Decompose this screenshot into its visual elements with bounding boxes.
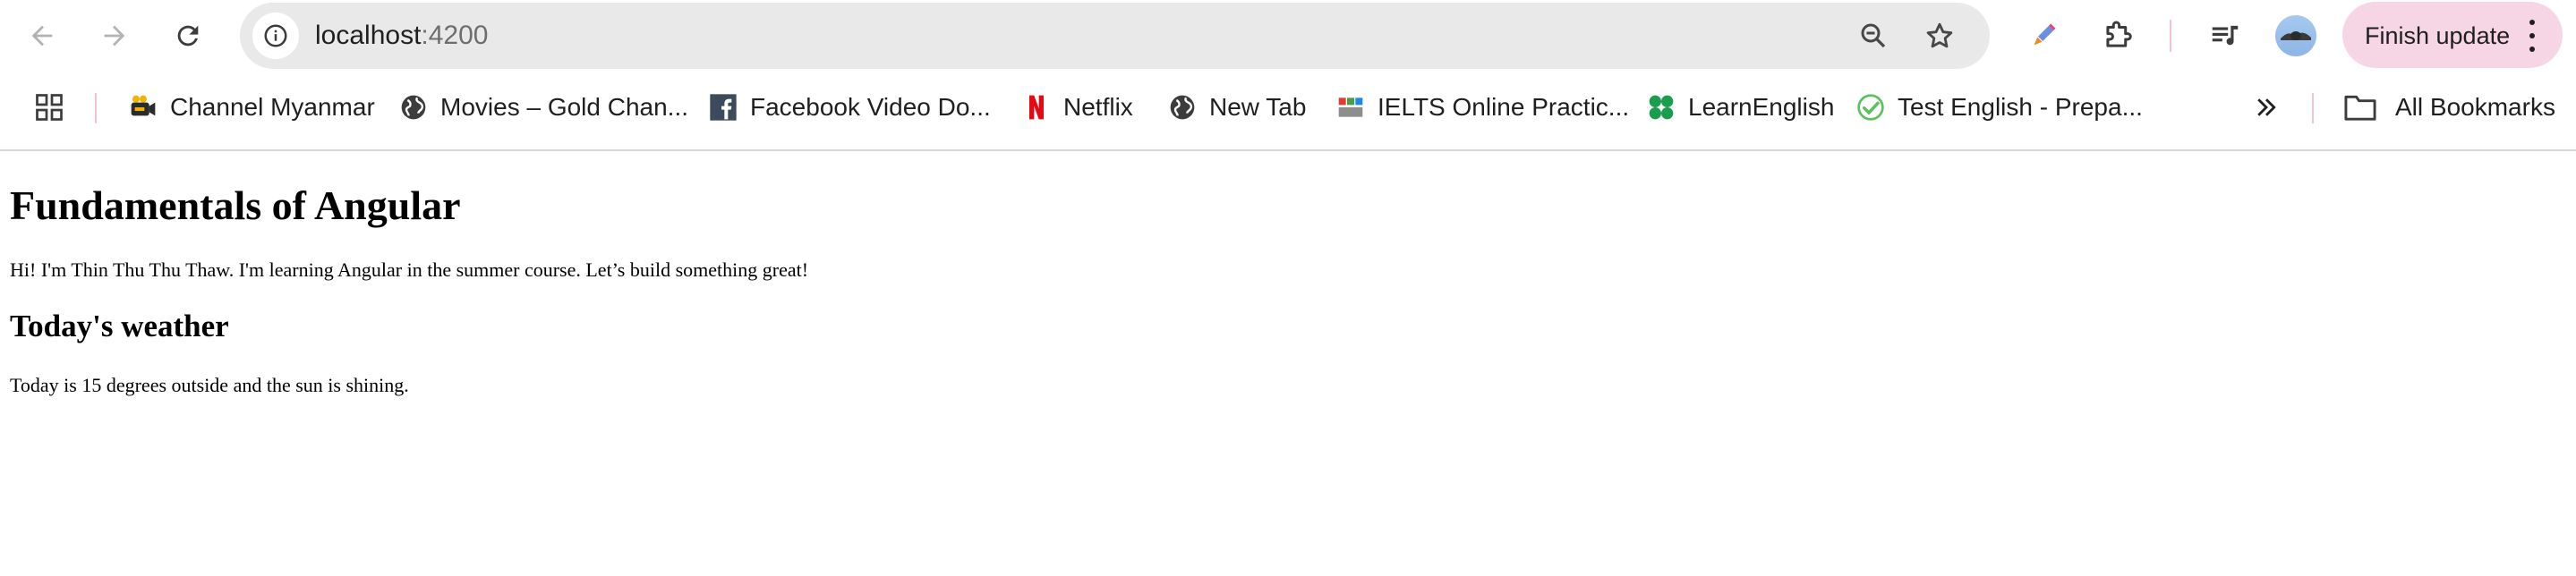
bookmark-label: Movies – Gold Chan... — [440, 93, 689, 121]
clover-icon — [1647, 93, 1676, 122]
forward-button[interactable] — [92, 13, 137, 58]
bookmark-label: LearnEnglish — [1688, 93, 1835, 121]
all-bookmarks-button[interactable]: All Bookmarks — [2343, 89, 2555, 125]
bookmark-test-english[interactable]: Test English - Prepa... — [1856, 89, 2143, 125]
ielts-icon — [1336, 93, 1365, 122]
all-bookmarks-label: All Bookmarks — [2395, 93, 2555, 121]
bookmark-label: New Tab — [1209, 93, 1307, 121]
intro-text: Hi! I'm Thin Thu Thu Thaw. I'm learning … — [10, 258, 809, 281]
arrow-right-icon — [104, 25, 125, 47]
bookmark-ielts-online-practice[interactable]: IELTS Online Practic... — [1336, 89, 1629, 125]
weather-text: Today is 15 degrees outside and the sun … — [10, 374, 409, 396]
bookmarks-separator — [2312, 93, 2314, 123]
check-icon — [1856, 93, 1885, 122]
bookmark-label: IELTS Online Practic... — [1378, 93, 1630, 121]
url-text[interactable]: localhost:4200 — [315, 20, 488, 52]
netflix-icon — [1022, 93, 1051, 122]
bookmark-channel-myanmar[interactable]: Channel Myanmar — [129, 89, 375, 125]
globe-icon — [399, 93, 428, 122]
double-chevron-icon — [2257, 98, 2276, 116]
zoom-button[interactable] — [1856, 19, 1890, 53]
more-bookmarks-button[interactable] — [2250, 91, 2282, 123]
reload-icon — [177, 25, 199, 47]
apps-grid-icon — [36, 94, 63, 121]
avatar-icon — [2281, 31, 2311, 40]
bookmarks-separator — [95, 93, 97, 123]
facebook-icon — [709, 93, 738, 122]
kebab-icon[interactable] — [2526, 20, 2538, 52]
zoom-out-icon — [1861, 23, 1886, 48]
camera-icon — [129, 93, 158, 122]
finish-update-button[interactable]: Finish update — [2342, 2, 2563, 68]
puzzle-icon — [2106, 21, 2132, 47]
bookmark-label: Netflix — [1063, 93, 1133, 121]
globe-icon — [1168, 93, 1197, 122]
star-icon — [1926, 22, 1953, 48]
toolbar-divider — [0, 149, 2576, 151]
page-title: Fundamentals of Angular — [10, 182, 461, 228]
bookmark-label: Channel Myanmar — [170, 93, 375, 121]
toolbar-separator — [2170, 20, 2171, 52]
browser-toolbar: localhost:4200 Finish update — [0, 0, 2576, 72]
media-queue-icon — [2212, 25, 2239, 46]
folder-icon — [2344, 95, 2376, 121]
reload-button[interactable] — [166, 13, 210, 58]
bookmark-netflix[interactable]: Netflix — [1022, 89, 1133, 125]
address-bar[interactable]: localhost:4200 — [240, 3, 1990, 69]
profile-avatar[interactable] — [2275, 15, 2316, 56]
pen-extension-button[interactable] — [2026, 18, 2061, 54]
bookmarks-bar: Channel Myanmar Movies – Gold Chan... Fa… — [0, 82, 2576, 132]
url-host: localhost — [315, 21, 422, 50]
bookmark-star-button[interactable] — [1923, 19, 1957, 53]
media-controls-button[interactable] — [2207, 18, 2243, 54]
url-port: :4200 — [421, 21, 489, 50]
bookmark-facebook-video-downloader[interactable]: Facebook Video Do... — [709, 89, 991, 125]
bookmark-label: Facebook Video Do... — [750, 93, 991, 121]
bookmark-new-tab[interactable]: New Tab — [1168, 89, 1306, 125]
weather-heading: Today's weather — [10, 309, 229, 343]
apps-grid-button[interactable] — [33, 91, 65, 123]
bookmark-label: Test English - Prepa... — [1898, 93, 2143, 121]
finish-update-label: Finish update — [2365, 22, 2511, 49]
arrow-left-icon — [31, 25, 53, 47]
pen-icon — [2034, 23, 2056, 46]
info-icon — [264, 24, 287, 47]
bookmark-movies-gold-channel[interactable]: Movies – Gold Chan... — [399, 89, 688, 125]
site-info-button[interactable] — [252, 13, 299, 59]
bookmark-learnenglish[interactable]: LearnEnglish — [1647, 89, 1834, 125]
back-button[interactable] — [20, 13, 64, 58]
extensions-button[interactable] — [2100, 18, 2136, 54]
